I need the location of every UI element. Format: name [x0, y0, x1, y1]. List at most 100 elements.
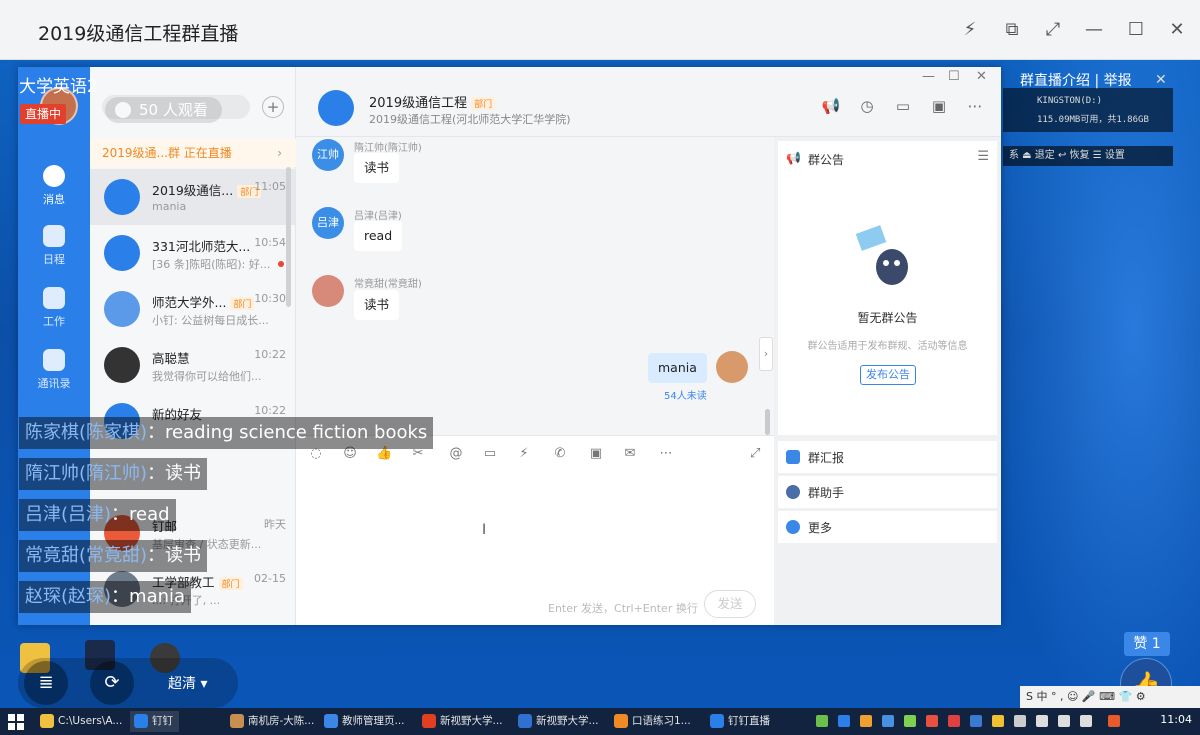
- chevron-right-icon: ›: [277, 146, 282, 160]
- taskbar-item[interactable]: 钉钉: [130, 711, 179, 732]
- menu-icon[interactable]: ☰: [977, 149, 989, 164]
- input-method-bar[interactable]: S 中 ° , ☺ 🎤 ⌨ 👕 ⚙: [1020, 686, 1200, 708]
- usb-icon[interactable]: [1014, 715, 1026, 727]
- close-button[interactable]: ✕: [1165, 18, 1189, 42]
- tray-app-icon[interactable]: [948, 715, 960, 727]
- conversation-item[interactable]: 331河北师范大... 10:54 [36 条]陈昭(陈昭): 好...: [90, 225, 296, 281]
- ime-tray-icon[interactable]: [1108, 715, 1120, 727]
- cat-mascot-icon: [855, 225, 908, 285]
- windows-start-icon[interactable]: [8, 714, 24, 730]
- conversation-item[interactable]: 高聪慧 10:22 我觉得你可以给他们...: [90, 337, 296, 393]
- taskbar-item[interactable]: 教师管理页...: [320, 711, 411, 732]
- note-icon[interactable]: ≣: [24, 661, 68, 705]
- sender-avatar[interactable]: 吕津: [312, 207, 344, 239]
- taskbar-item[interactable]: C:\Users\A...: [36, 711, 128, 732]
- report-icon: [786, 450, 800, 464]
- message-bubble: 读书: [354, 153, 400, 183]
- mail-icon[interactable]: ✉: [622, 446, 638, 462]
- clock[interactable]: 11:04: [1160, 713, 1192, 726]
- app-minimize-button[interactable]: —: [922, 69, 935, 84]
- pip-icon[interactable]: ⧉: [1000, 18, 1024, 42]
- conversation-name: 331河北师范大...: [152, 239, 251, 254]
- usb-actions[interactable]: 系 ⏏ 退定 ↩ 恢复 ☰ 设置: [1003, 146, 1173, 166]
- conversation-item[interactable]: 师范大学外... 部门 10:30 小钉: 公益树每日成长...: [90, 281, 296, 337]
- message-scrollbar[interactable]: [765, 409, 770, 435]
- unread-count[interactable]: 54人未读: [664, 387, 707, 402]
- nav-contacts[interactable]: 通讯录: [18, 349, 90, 391]
- at-icon[interactable]: @: [448, 446, 464, 462]
- more-tools-icon[interactable]: ⋯: [658, 446, 674, 462]
- group-side-panel: 📢 群公告 ☰ 暂无群公告 群公告适用于发布群规、活动等信息 发布公告 群汇报 …: [774, 137, 1001, 625]
- quality-selector[interactable]: 超清 ▾: [168, 673, 207, 693]
- tray-app-icon[interactable]: [926, 715, 938, 727]
- live-stream-view: 消息 日程 工作 通讯录 + 2019级通...群 正在直播 › 2019级通信…: [0, 60, 1200, 735]
- danmaku-comment: 赵琛(赵琛)：mania: [19, 581, 192, 613]
- contacts-icon: [43, 349, 65, 371]
- tray-app-icon[interactable]: [992, 715, 1004, 727]
- fullscreen-icon[interactable]: ⤢: [1041, 18, 1065, 42]
- live-intro-report-link[interactable]: 群直播介绍 | 举报: [1020, 70, 1132, 90]
- sender-avatar[interactable]: [312, 275, 344, 307]
- flash-icon[interactable]: ⚡: [958, 18, 982, 42]
- expand-icon[interactable]: ⤢: [750, 446, 760, 461]
- publish-notice-button[interactable]: 发布公告: [860, 365, 916, 385]
- collapse-side-button[interactable]: ›: [759, 337, 773, 371]
- tray-app-icon[interactable]: [838, 715, 850, 727]
- text-cursor-icon: I: [482, 522, 487, 538]
- nav-work[interactable]: 工作: [18, 287, 90, 329]
- conversation-scrollbar[interactable]: [286, 167, 291, 307]
- live-banner[interactable]: 2019级通...群 正在直播 ›: [90, 139, 296, 167]
- notice-title: 群公告: [808, 153, 845, 167]
- group-notice-card: 📢 群公告 ☰ 暂无群公告 群公告适用于发布群规、活动等信息 发布公告: [778, 141, 997, 435]
- live-icon[interactable]: ▣: [928, 97, 950, 117]
- volume-icon[interactable]: [1080, 715, 1092, 727]
- nav-calendar[interactable]: 日程: [18, 225, 90, 267]
- message-composer[interactable]: ◌ ☺ 👍 ✂ @ ▭ ⚡ ✆ ▣ ✉ ⋯ ⤢ I Enter 发送，Ctrl+…: [296, 435, 774, 625]
- more-item[interactable]: 更多: [778, 511, 997, 543]
- taskbar-item[interactable]: 新视野大学...: [418, 711, 509, 732]
- taskbar-item[interactable]: 新视野大学...: [514, 711, 605, 732]
- app-maximize-button[interactable]: ☐: [948, 69, 960, 84]
- rotate-icon[interactable]: ⟳: [90, 661, 134, 705]
- taskbar-item[interactable]: 口语练习1...: [610, 711, 697, 732]
- nav-label: 日程: [43, 253, 65, 266]
- nav-label: 消息: [43, 193, 65, 206]
- tray-battery-icon[interactable]: [816, 715, 828, 727]
- clock-icon[interactable]: ◷: [856, 97, 878, 117]
- folder-icon[interactable]: ▭: [892, 97, 914, 117]
- sender-avatar[interactable]: 江帅: [312, 139, 344, 171]
- like-count: 赞 1: [1124, 632, 1170, 656]
- tray-app-icon[interactable]: [882, 715, 894, 727]
- maximize-button[interactable]: ☐: [1124, 18, 1148, 42]
- group-assistant-item[interactable]: 群助手: [778, 476, 997, 508]
- tray-app-icon[interactable]: [904, 715, 916, 727]
- conversation-item[interactable]: 2019级通信... 部门 11:05 mania: [90, 169, 296, 225]
- grid-icon: [43, 287, 65, 309]
- wifi-icon[interactable]: [1058, 715, 1070, 727]
- window-titlebar: 2019级通信工程群直播 ⚡ ⧉ ⤢ — ☐ ✕: [0, 0, 1200, 60]
- file-icon[interactable]: ▭: [482, 446, 498, 462]
- megaphone-icon[interactable]: 📢: [820, 97, 842, 117]
- live-banner-text: 2019级通...群 正在直播: [102, 146, 232, 160]
- more-icon[interactable]: ⋯: [964, 97, 986, 117]
- close-overlay-icon[interactable]: ✕: [1155, 72, 1167, 88]
- phone-icon[interactable]: ✆: [552, 446, 568, 462]
- minimize-button[interactable]: —: [1082, 18, 1106, 42]
- send-button[interactable]: 发送: [704, 590, 756, 618]
- side-item-label: 群助手: [808, 486, 845, 500]
- message-sender: 吕津(吕津): [354, 211, 402, 222]
- group-report-item[interactable]: 群汇报: [778, 441, 997, 473]
- app-close-button[interactable]: ✕: [976, 69, 987, 84]
- my-avatar[interactable]: [716, 351, 748, 383]
- bluetooth-icon[interactable]: [970, 715, 982, 727]
- ding-icon[interactable]: ⚡: [516, 446, 532, 462]
- taskbar-item[interactable]: 南机房-大陈...: [226, 711, 320, 732]
- network-icon[interactable]: [1036, 715, 1048, 727]
- usb-drive-popup: KINGSTON(D:) 115.09MB可用，共1.86GB: [1003, 88, 1173, 132]
- taskbar-item[interactable]: 钉钉直播: [706, 711, 776, 732]
- tray-app-icon[interactable]: [860, 715, 872, 727]
- group-avatar[interactable]: [318, 90, 354, 126]
- nav-messages[interactable]: 消息: [18, 165, 90, 207]
- add-icon[interactable]: +: [262, 96, 284, 118]
- video-icon[interactable]: ▣: [588, 446, 604, 462]
